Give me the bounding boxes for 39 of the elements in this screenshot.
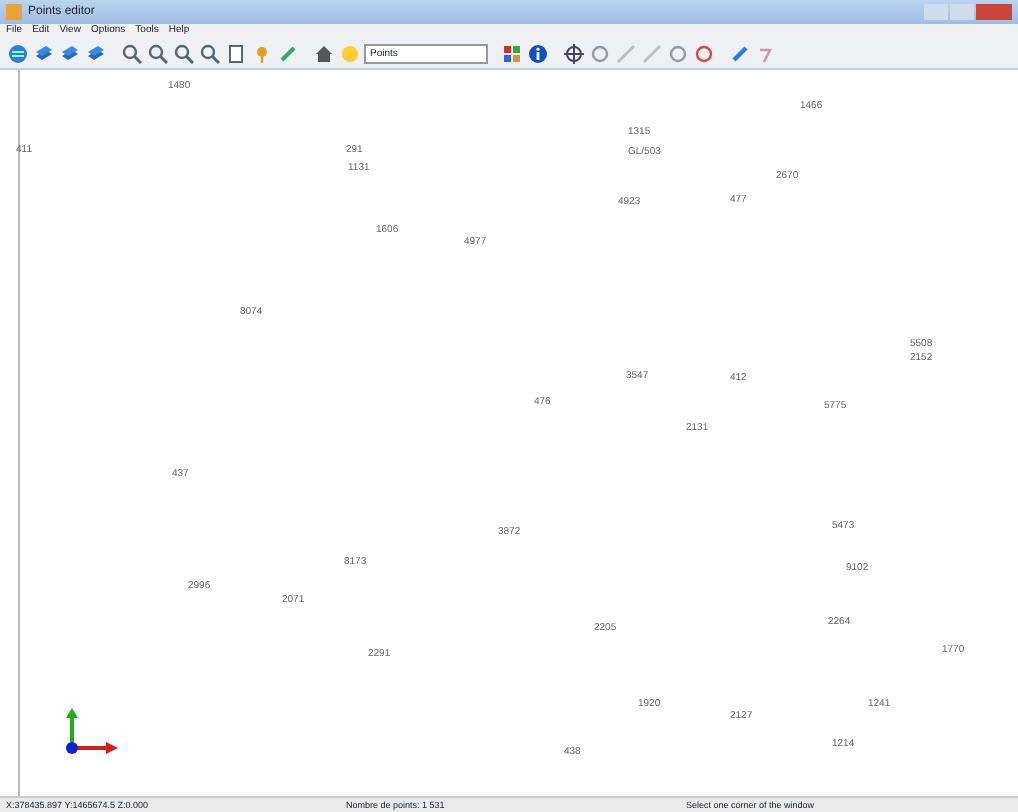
house-icon bbox=[314, 43, 334, 63]
document-button[interactable] bbox=[224, 41, 248, 65]
zoom-icon bbox=[174, 43, 194, 63]
pin-icon bbox=[252, 43, 272, 63]
layers-button[interactable] bbox=[58, 41, 82, 65]
grid-button[interactable] bbox=[500, 41, 524, 65]
house-button[interactable] bbox=[312, 41, 336, 65]
ring-icon bbox=[694, 43, 714, 63]
zoom-button[interactable] bbox=[120, 41, 144, 65]
layers-button[interactable] bbox=[84, 41, 108, 65]
layers-button[interactable] bbox=[32, 41, 56, 65]
layers-icon bbox=[34, 43, 54, 63]
info-icon bbox=[528, 43, 548, 63]
zoom-icon bbox=[200, 43, 220, 63]
pencil-button[interactable] bbox=[276, 41, 300, 65]
grid-icon bbox=[502, 43, 522, 63]
zoom-button[interactable] bbox=[146, 41, 170, 65]
info-button[interactable] bbox=[526, 41, 550, 65]
zoom-icon bbox=[148, 43, 168, 63]
layers-icon bbox=[60, 43, 80, 63]
line-icon bbox=[616, 43, 636, 63]
crosshair-icon bbox=[564, 43, 584, 63]
globe-button[interactable] bbox=[6, 41, 30, 65]
ring-button[interactable] bbox=[692, 41, 716, 65]
globe-icon bbox=[8, 43, 28, 63]
zoom-button[interactable] bbox=[172, 41, 196, 65]
zoom-button[interactable] bbox=[198, 41, 222, 65]
circle-icon bbox=[590, 43, 610, 63]
pencil-icon bbox=[730, 43, 750, 63]
circle-icon bbox=[668, 43, 688, 63]
document-icon bbox=[226, 43, 246, 63]
crosshair-button[interactable] bbox=[562, 41, 586, 65]
app-icon bbox=[6, 4, 22, 20]
layers-icon bbox=[86, 43, 106, 63]
circle-button[interactable] bbox=[666, 41, 690, 65]
pencil-icon bbox=[278, 43, 298, 63]
pencil-button[interactable] bbox=[728, 41, 752, 65]
zoom-icon bbox=[122, 43, 142, 63]
line-icon bbox=[642, 43, 662, 63]
